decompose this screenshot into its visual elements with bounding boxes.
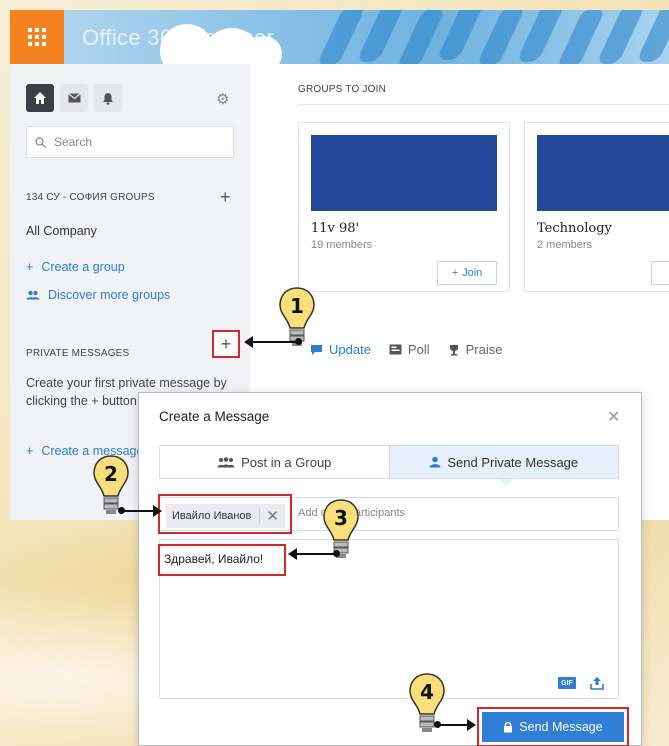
inbox-icon (67, 93, 81, 103)
tab-update-label: Update (329, 342, 371, 357)
lightbulb-callout-icon: 4 (409, 673, 445, 732)
tab-send-private-message[interactable]: Send Private Message (388, 446, 618, 478)
group-name: Technology (537, 221, 612, 236)
bell-icon (103, 92, 113, 105)
tab-poll[interactable]: Poll (389, 342, 430, 357)
notifications-button[interactable] (94, 84, 122, 112)
lock-icon (504, 721, 513, 733)
message-text: Здравей, Ивайло! (164, 552, 264, 566)
lightbulb-callout-icon: 2 (93, 455, 129, 514)
tab-update[interactable]: Update (310, 342, 371, 357)
callout-number: 1 (290, 294, 304, 318)
callout-arrow (434, 719, 476, 731)
callout-number: 3 (334, 506, 348, 530)
message-tools: GIF (558, 676, 604, 690)
create-message-dialog: Create a Message ✕ Post in a Group Send … (138, 392, 642, 746)
recipient-highlight (158, 494, 292, 534)
participants-field[interactable]: Ивайло Иванов ✕ (158, 494, 619, 534)
trophy-icon (449, 344, 458, 355)
lightbulb-callout-icon: 1 (279, 287, 315, 346)
join-label: Join (462, 267, 483, 279)
app-launcher-button[interactable] (10, 10, 64, 64)
search-input[interactable] (54, 135, 224, 149)
join-group-button[interactable]: + Join (437, 261, 497, 285)
group-members-count: 2 members (537, 239, 593, 251)
people-icon (26, 290, 40, 300)
group-members-count: 19 members (311, 239, 373, 251)
tab-send-private-message-label: Send Private Message (447, 454, 579, 470)
close-icon[interactable]: ✕ (607, 407, 620, 427)
home-icon (34, 92, 46, 104)
upload-icon[interactable] (590, 676, 604, 690)
callout-arrow (244, 336, 302, 348)
waffle-icon (28, 28, 46, 46)
callout-number: 2 (104, 462, 118, 486)
send-message-label: Send Message (519, 720, 603, 734)
gif-icon[interactable]: GIF (558, 677, 576, 689)
plus-icon: + (26, 444, 34, 458)
private-messages-section-title: PRIVATE MESSAGES (26, 348, 130, 359)
inbox-button[interactable] (60, 84, 88, 112)
callout-arrow (288, 548, 340, 560)
sidebar-nav (26, 84, 122, 112)
rain-decoration (310, 10, 669, 64)
settings-gear-icon[interactable]: ⚙ (216, 90, 229, 108)
active-tab-caret (499, 479, 513, 486)
group-icon (217, 456, 235, 467)
tab-poll-label: Poll (407, 342, 430, 357)
groups-section-title: 134 СУ - СОФИЯ GROUPS (26, 192, 155, 203)
tab-praise[interactable]: Praise (448, 342, 503, 357)
search-box[interactable] (26, 126, 234, 158)
person-icon (429, 456, 441, 468)
add-private-message-plus-button[interactable]: + (212, 330, 240, 358)
group-card-11v98[interactable]: 11v 98' 19 members + Join (298, 122, 510, 292)
send-button-highlight: Send Message (477, 707, 629, 746)
home-button[interactable] (26, 84, 54, 112)
create-group-link[interactable]: + Create a group (26, 260, 125, 274)
group-name: 11v 98' (311, 221, 360, 236)
group-cover-image (311, 135, 497, 211)
tab-post-in-group-label: Post in a Group (241, 454, 332, 470)
sidebar-item-all-company[interactable]: All Company (26, 224, 97, 238)
group-card-technology[interactable]: Technology 2 members (524, 122, 669, 292)
send-message-button[interactable]: Send Message (482, 712, 624, 742)
message-text-highlight: Здравей, Ивайло! (158, 544, 286, 576)
add-group-plus-icon[interactable]: + (220, 188, 231, 206)
create-group-label: Create a group (41, 260, 125, 274)
discover-groups-label: Discover more groups (48, 288, 171, 302)
cloud-decoration (246, 36, 282, 64)
discover-groups-link[interactable]: Discover more groups (26, 288, 170, 302)
publisher-tabs: Update Poll Praise (310, 342, 502, 357)
groups-to-join-label: GROUPS TO JOIN (298, 84, 387, 95)
plus-icon: + (26, 260, 34, 274)
group-cover-image (537, 135, 669, 211)
tab-post-in-group[interactable]: Post in a Group (160, 446, 389, 478)
tab-praise-label: Praise (465, 342, 503, 357)
message-body-field[interactable]: Здравей, Ивайло! GIF (158, 539, 619, 699)
join-group-button[interactable] (651, 261, 669, 285)
callout-arrow (118, 505, 162, 517)
lightbulb-callout-icon: 3 (323, 499, 359, 558)
message-type-toggle: Post in a Group Send Private Message (159, 445, 619, 479)
poll-icon (389, 344, 402, 355)
plus-icon: + (451, 267, 459, 279)
section-divider (298, 104, 669, 105)
top-bar: Office 365 Yammer (10, 10, 669, 64)
search-icon (35, 136, 46, 148)
dialog-title: Create a Message (159, 409, 270, 424)
callout-number: 4 (420, 680, 434, 704)
